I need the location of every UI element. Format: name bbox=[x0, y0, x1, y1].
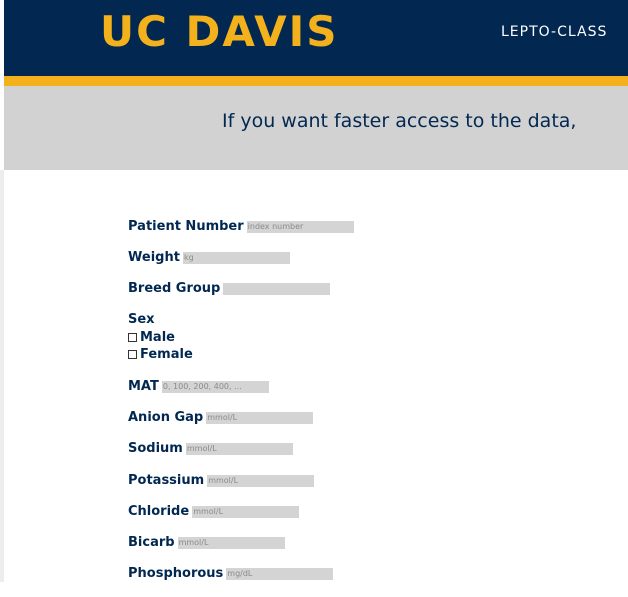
sex-option-male: Male bbox=[128, 329, 193, 346]
breed-group-input[interactable] bbox=[223, 283, 331, 295]
field-weight: Weight kg bbox=[128, 250, 290, 266]
sex-option-female: Female bbox=[128, 346, 193, 363]
sodium-label: Sodium bbox=[128, 441, 183, 456]
mat-label: MAT bbox=[128, 379, 159, 394]
male-checkbox[interactable] bbox=[128, 333, 137, 342]
weight-label: Weight bbox=[128, 250, 180, 265]
bicarb-label: Bicarb bbox=[128, 535, 175, 550]
potassium-label: Potassium bbox=[128, 473, 205, 488]
phosphorous-label: Phosphorous bbox=[128, 566, 224, 581]
male-label: Male bbox=[140, 329, 175, 345]
field-bicarb: Bicarb mmol/L bbox=[128, 535, 285, 551]
field-sex: Sex Male Female bbox=[128, 312, 193, 363]
anion-gap-label: Anion Gap bbox=[128, 410, 204, 425]
sodium-input[interactable]: mmol/L bbox=[185, 443, 293, 455]
weight-input[interactable]: kg bbox=[182, 252, 290, 264]
female-label: Female bbox=[140, 346, 193, 362]
chloride-label: Chloride bbox=[128, 504, 190, 519]
mat-input[interactable]: 0, 100, 200, 400, ... bbox=[161, 381, 269, 393]
patient-form: Patient Number index number Weight kg Br… bbox=[128, 0, 608, 597]
phosphorous-input[interactable]: mg/dL bbox=[226, 568, 334, 580]
breed-group-label: Breed Group bbox=[128, 281, 221, 296]
sex-label: Sex bbox=[128, 312, 155, 327]
field-breed-group: Breed Group bbox=[128, 281, 331, 297]
bicarb-input[interactable]: mmol/L bbox=[177, 537, 285, 549]
patient-number-label: Patient Number bbox=[128, 219, 244, 234]
potassium-input[interactable]: mmol/L bbox=[207, 475, 315, 487]
anion-gap-input[interactable]: mmol/L bbox=[206, 412, 314, 424]
left-strip bbox=[0, 170, 4, 582]
field-potassium: Potassium mmol/L bbox=[128, 473, 315, 489]
field-sodium: Sodium mmol/L bbox=[128, 441, 293, 457]
chloride-input[interactable]: mmol/L bbox=[192, 506, 300, 518]
patient-number-input[interactable]: index number bbox=[246, 221, 354, 233]
field-anion-gap: Anion Gap mmol/L bbox=[128, 410, 314, 426]
field-patient-number: Patient Number index number bbox=[128, 219, 354, 235]
page: UC DAVIS LEPTO-CLASS If you want faster … bbox=[0, 0, 628, 597]
field-phosphorous: Phosphorous mg/dL bbox=[128, 566, 334, 582]
field-chloride: Chloride mmol/L bbox=[128, 504, 300, 520]
field-mat: MAT 0, 100, 200, 400, ... bbox=[128, 379, 269, 395]
female-checkbox[interactable] bbox=[128, 350, 137, 359]
